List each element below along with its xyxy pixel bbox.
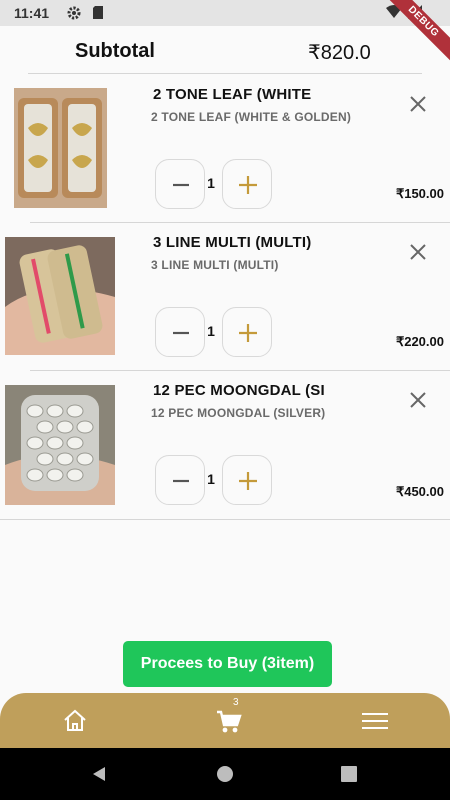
sd-card-status-icon xyxy=(92,5,104,23)
home-icon xyxy=(64,709,86,731)
quantity-value: 1 xyxy=(207,323,215,339)
plus-icon xyxy=(239,176,257,194)
product-image[interactable] xyxy=(5,385,115,505)
plus-icon xyxy=(239,472,257,490)
divider xyxy=(0,519,450,520)
back-icon[interactable] xyxy=(90,765,108,788)
menu-nav-button[interactable] xyxy=(359,705,391,737)
menu-icon xyxy=(362,713,388,729)
home-nav-button[interactable] xyxy=(59,705,91,737)
cart-icon xyxy=(217,710,242,733)
product-price: ₹150.00 xyxy=(395,186,444,201)
status-bar: 11:41 DEBUG xyxy=(0,0,450,67)
increase-quantity-button[interactable] xyxy=(222,455,272,505)
cart-item: 3 LINE MULTI (MULTI) 3 LINE MULTI (MULTI… xyxy=(0,222,450,370)
quantity-value: 1 xyxy=(207,471,215,487)
decrease-quantity-button[interactable] xyxy=(155,455,205,505)
cart-item: 2 TONE LEAF (WHITE 2 TONE LEAF (WHITE & … xyxy=(0,74,450,222)
cart-nav-button[interactable] xyxy=(213,705,245,737)
product-subtitle: 2 TONE LEAF (WHITE & GOLDEN) xyxy=(151,110,352,124)
recents-icon[interactable] xyxy=(341,766,357,787)
settings-status-icon xyxy=(66,5,82,24)
product-title: 3 LINE MULTI (MULTI) xyxy=(153,234,312,251)
minus-icon xyxy=(173,331,189,335)
increase-quantity-button[interactable] xyxy=(222,159,272,209)
plus-icon xyxy=(239,324,257,342)
product-price: ₹220.00 xyxy=(395,334,444,349)
decrease-quantity-button[interactable] xyxy=(155,159,205,209)
system-navigation-bar xyxy=(0,748,450,800)
remove-item-button[interactable] xyxy=(406,92,430,116)
close-icon xyxy=(410,244,426,260)
product-subtitle: 12 PEC MOONGDAL (SILVER) xyxy=(151,406,326,420)
decrease-quantity-button[interactable] xyxy=(155,307,205,357)
subtotal-label: Subtotal xyxy=(75,40,155,62)
remove-item-button[interactable] xyxy=(406,388,430,412)
remove-item-button[interactable] xyxy=(406,240,430,264)
minus-icon xyxy=(173,479,189,483)
increase-quantity-button[interactable] xyxy=(222,307,272,357)
proceed-to-buy-button[interactable]: Procees to Buy (3item) xyxy=(123,641,332,687)
bottom-navigation: 3 xyxy=(0,693,450,748)
minus-icon xyxy=(173,183,189,187)
subtotal-row: Subtotal ₹820.0 xyxy=(0,26,450,74)
subtotal-value: ₹820.0 xyxy=(308,42,371,64)
product-subtitle: 3 LINE MULTI (MULTI) xyxy=(151,258,279,272)
home-circle-icon[interactable] xyxy=(216,765,234,788)
product-title: 12 PEC MOONGDAL (SI xyxy=(153,382,325,399)
cart-badge: 3 xyxy=(233,697,239,708)
product-image[interactable] xyxy=(14,88,107,208)
product-image[interactable] xyxy=(5,237,115,355)
quantity-value: 1 xyxy=(207,175,215,191)
close-icon xyxy=(410,392,426,408)
product-price: ₹450.00 xyxy=(395,484,444,499)
cart-item: 12 PEC MOONGDAL (SI 12 PEC MOONGDAL (SIL… xyxy=(0,370,450,518)
status-time: 11:41 xyxy=(14,5,50,21)
close-icon xyxy=(410,96,426,112)
product-title: 2 TONE LEAF (WHITE xyxy=(153,86,312,103)
